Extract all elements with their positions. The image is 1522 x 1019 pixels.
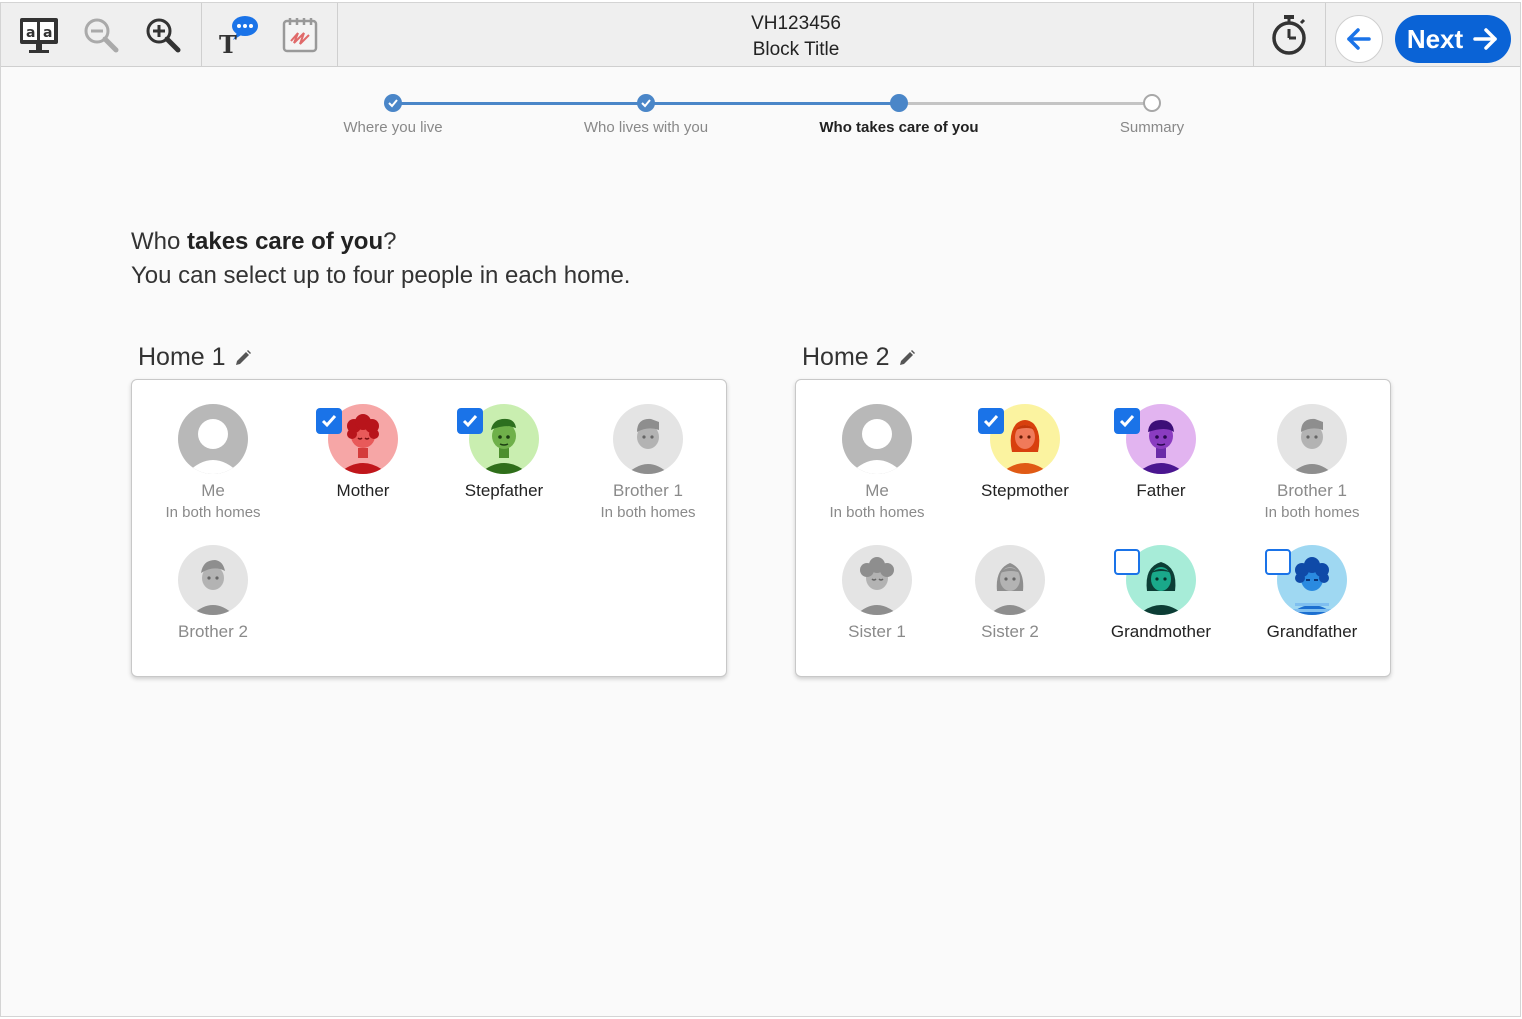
question-prompt: Who takes care of you? You can select up… xyxy=(131,225,630,293)
mother-checkbox[interactable] xyxy=(316,408,342,434)
home-1-card: Me In both homes Mother Stepfather Broth… xyxy=(131,379,727,677)
text-help-icon: T xyxy=(219,16,258,57)
svg-text:a: a xyxy=(43,25,52,41)
home-2-title: Home 2 xyxy=(802,343,916,372)
grandmother-checkbox[interactable] xyxy=(1114,549,1140,575)
person-placeholder-icon xyxy=(186,419,240,474)
step-current-icon xyxy=(890,94,908,112)
timer-button[interactable] xyxy=(1257,3,1321,67)
back-button[interactable] xyxy=(1335,15,1383,63)
step-done-icon xyxy=(637,94,655,112)
block-title: Block Title xyxy=(752,39,840,60)
avatar xyxy=(178,404,248,474)
block-title-area: VH123456 Block Title xyxy=(701,11,891,63)
text-help-button[interactable]: T xyxy=(207,3,267,67)
father-checkbox[interactable] xyxy=(1114,408,1140,434)
person-stepfather[interactable]: Stepfather xyxy=(429,404,579,502)
stepfather-checkbox[interactable] xyxy=(457,408,483,434)
person-sister-1: Sister 1 xyxy=(802,545,952,643)
step-label-where-you-live: Where you live xyxy=(343,119,443,136)
next-button-label: Next xyxy=(1406,23,1464,54)
person-father[interactable]: Father xyxy=(1086,404,1236,502)
text-to-speech-icon: a a xyxy=(20,18,58,53)
step-done-icon xyxy=(384,94,402,112)
person-sister-2: Sister 2 xyxy=(935,545,1085,643)
brother-avatar-icon xyxy=(192,560,234,615)
checkmark-icon xyxy=(321,415,337,428)
back-arrow-icon xyxy=(1347,28,1371,50)
person-brother-1: Brother 1 In both homes xyxy=(1237,404,1387,524)
grandfather-checkbox[interactable] xyxy=(1265,549,1291,575)
person-me: Me In both homes xyxy=(802,404,952,524)
edit-pencil-icon[interactable] xyxy=(234,349,252,367)
step-label-who-takes-care: Who takes care of you xyxy=(819,119,979,136)
brother-avatar-icon xyxy=(1291,418,1333,474)
stepper-line-todo xyxy=(899,102,1152,105)
avatar xyxy=(613,404,683,474)
scratchwork-button[interactable] xyxy=(269,3,331,67)
home-1-title: Home 1 xyxy=(138,343,252,372)
avatar xyxy=(1277,404,1347,474)
avatar xyxy=(178,545,248,615)
person-stepmother[interactable]: Stepmother xyxy=(950,404,1100,502)
edit-pencil-icon[interactable] xyxy=(898,349,916,367)
person-grandmother[interactable]: Grandmother xyxy=(1086,545,1236,643)
sister-avatar-icon xyxy=(989,563,1031,615)
home-2-card: Me In both homes Stepmother Father Broth… xyxy=(795,379,1391,677)
avatar xyxy=(842,545,912,615)
person-grandfather[interactable]: Grandfather xyxy=(1237,545,1387,643)
text-to-speech-button[interactable]: a a xyxy=(9,3,69,67)
zoom-out-button[interactable] xyxy=(71,3,131,67)
timer-icon xyxy=(1272,15,1306,55)
question-line: Who takes care of you? xyxy=(131,228,397,255)
avatar xyxy=(975,545,1045,615)
instruction-line: You can select up to four people in each… xyxy=(131,262,631,289)
person-mother[interactable]: Mother xyxy=(288,404,438,502)
step-label-summary: Summary xyxy=(1119,119,1185,136)
app-frame: a a T VH123456 Block Title Next Where yo… xyxy=(0,2,1521,1017)
sister-avatar-icon xyxy=(856,557,898,615)
next-button[interactable]: Next xyxy=(1395,15,1511,63)
progress-stepper: Where you live Who lives with you Who ta… xyxy=(1,83,1520,153)
step-label-who-lives-with-you: Who lives with you xyxy=(583,119,709,136)
stepmother-checkbox[interactable] xyxy=(978,408,1004,434)
zoom-out-icon xyxy=(84,18,119,53)
svg-text:a: a xyxy=(26,25,35,41)
checkmark-icon xyxy=(1119,415,1135,428)
brother-avatar-icon xyxy=(627,418,669,474)
test-code: VH123456 xyxy=(751,13,841,34)
zoom-in-button[interactable] xyxy=(133,3,193,67)
zoom-in-icon xyxy=(146,18,181,53)
person-placeholder-icon xyxy=(850,419,904,474)
next-arrow-icon xyxy=(1473,28,1497,50)
person-brother-2: Brother 2 xyxy=(138,545,288,643)
toolbar: a a T VH123456 Block Title Next xyxy=(1,3,1520,67)
avatar xyxy=(842,404,912,474)
svg-text:T: T xyxy=(219,30,237,57)
checkmark-icon xyxy=(983,415,999,428)
person-brother-1: Brother 1 In both homes xyxy=(573,404,723,524)
person-me: Me In both homes xyxy=(138,404,288,524)
step-todo-icon xyxy=(1143,94,1161,112)
scratchwork-icon xyxy=(282,18,318,53)
checkmark-icon xyxy=(462,415,478,428)
